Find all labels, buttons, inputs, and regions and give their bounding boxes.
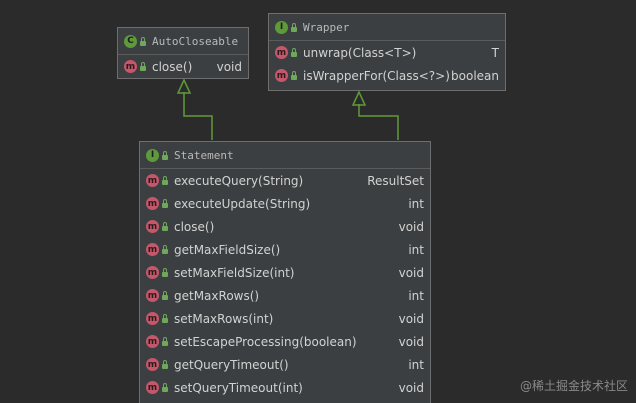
method-row[interactable]: m isWrapperFor(Class<?>) boolean [269, 64, 505, 87]
public-lock-icon [162, 268, 168, 277]
method-name: setMaxRows(int) [174, 311, 274, 326]
return-type: void [398, 265, 424, 280]
return-type: int [408, 288, 424, 303]
public-lock-icon [162, 150, 168, 160]
arrowhead-autocloseable [176, 78, 192, 94]
method-name: unwrap(Class<T>) [303, 45, 417, 60]
method-row[interactable]: m close() void [140, 215, 430, 238]
method-name: setQueryTimeout(int) [174, 380, 303, 395]
public-lock-icon [162, 291, 168, 300]
method-row[interactable]: m getMaxRows() int [140, 284, 430, 307]
method-icon: m [146, 289, 159, 302]
public-lock-icon [140, 36, 146, 46]
class-name: AutoCloseable [152, 34, 239, 48]
method-icon: m [146, 266, 159, 279]
interface-icon: I [275, 20, 288, 34]
arrowhead-wrapper [351, 90, 367, 106]
method-name: getQueryTimeout() [174, 357, 289, 372]
method-name: getMaxRows() [174, 288, 260, 303]
statement-class-box[interactable]: I Statement m executeQuery(String) ResultS… [139, 141, 431, 403]
method-row[interactable]: m getQueryTimeout() int [140, 353, 430, 376]
method-row[interactable]: m unwrap(Class<T>) T [269, 41, 505, 64]
method-row[interactable]: m executeUpdate(String) int [140, 192, 430, 215]
statement-method-list: m executeQuery(String) ResultSet m executeUp… [140, 169, 430, 399]
wrapper-header: I Wrapper [269, 14, 505, 41]
watermark: @稀土掘金技术社区 [519, 379, 628, 393]
class-name: Statement [174, 148, 234, 162]
method-name: close() [152, 59, 193, 74]
method-row[interactable]: m getMaxFieldSize() int [140, 238, 430, 261]
arrow-statement-to-wrapper [358, 104, 399, 140]
statement-header: I Statement [140, 142, 430, 169]
return-type: ResultSet [367, 173, 424, 188]
public-lock-icon [291, 22, 297, 32]
method-icon: m [146, 174, 159, 187]
method-row[interactable]: m setMaxRows(int) void [140, 307, 430, 330]
public-lock-icon [162, 199, 168, 208]
method-icon: m [275, 46, 288, 59]
method-icon: m [124, 60, 137, 73]
return-type: void [216, 59, 242, 74]
return-type: T [491, 45, 499, 60]
method-row[interactable]: m setMaxFieldSize(int) void [140, 261, 430, 284]
arrow-statement-to-autocloseable [183, 92, 213, 140]
method-name: executeQuery(String) [174, 173, 304, 188]
return-type: void [398, 334, 424, 349]
public-lock-icon [162, 383, 168, 392]
method-icon: m [146, 381, 159, 394]
method-icon: m [146, 335, 159, 348]
autocloseable-class-box[interactable]: C AutoCloseable m close() void [117, 27, 249, 79]
method-row[interactable]: m close() void [118, 55, 248, 78]
public-lock-icon [162, 176, 168, 185]
method-name: close() [174, 219, 215, 234]
method-icon: m [146, 197, 159, 210]
public-lock-icon [162, 360, 168, 369]
method-row[interactable]: m setQueryTimeout(int) void [140, 376, 430, 399]
method-icon: m [146, 312, 159, 325]
method-name: setEscapeProcessing(boolean) [174, 334, 357, 349]
method-name: executeUpdate(String) [174, 196, 311, 211]
method-icon: m [146, 243, 159, 256]
method-icon: m [275, 69, 288, 82]
method-name: setMaxFieldSize(int) [174, 265, 295, 280]
return-type: int [408, 242, 424, 257]
public-lock-icon [140, 62, 146, 71]
public-lock-icon [162, 245, 168, 254]
public-lock-icon [162, 222, 168, 231]
return-type: int [408, 196, 424, 211]
class-name: Wrapper [303, 20, 350, 34]
return-type: void [398, 380, 424, 395]
method-icon: m [146, 358, 159, 371]
wrapper-class-box[interactable]: I Wrapper m unwrap(Class<T>) T m isWrapp… [268, 13, 506, 91]
method-icon: m [146, 220, 159, 233]
return-type: int [408, 357, 424, 372]
return-type: void [398, 219, 424, 234]
return-type: void [398, 311, 424, 326]
method-name: getMaxFieldSize() [174, 242, 281, 257]
public-lock-icon [162, 314, 168, 323]
return-type: boolean [451, 68, 499, 83]
public-lock-icon [291, 48, 297, 57]
interface-icon: C [124, 34, 137, 48]
autocloseable-header: C AutoCloseable [118, 28, 248, 55]
interface-icon: I [146, 148, 159, 162]
method-row[interactable]: m executeQuery(String) ResultSet [140, 169, 430, 192]
method-row[interactable]: m setEscapeProcessing(boolean) void [140, 330, 430, 353]
method-name: isWrapperFor(Class<?>) [303, 68, 450, 83]
public-lock-icon [291, 71, 297, 80]
public-lock-icon [162, 337, 168, 346]
